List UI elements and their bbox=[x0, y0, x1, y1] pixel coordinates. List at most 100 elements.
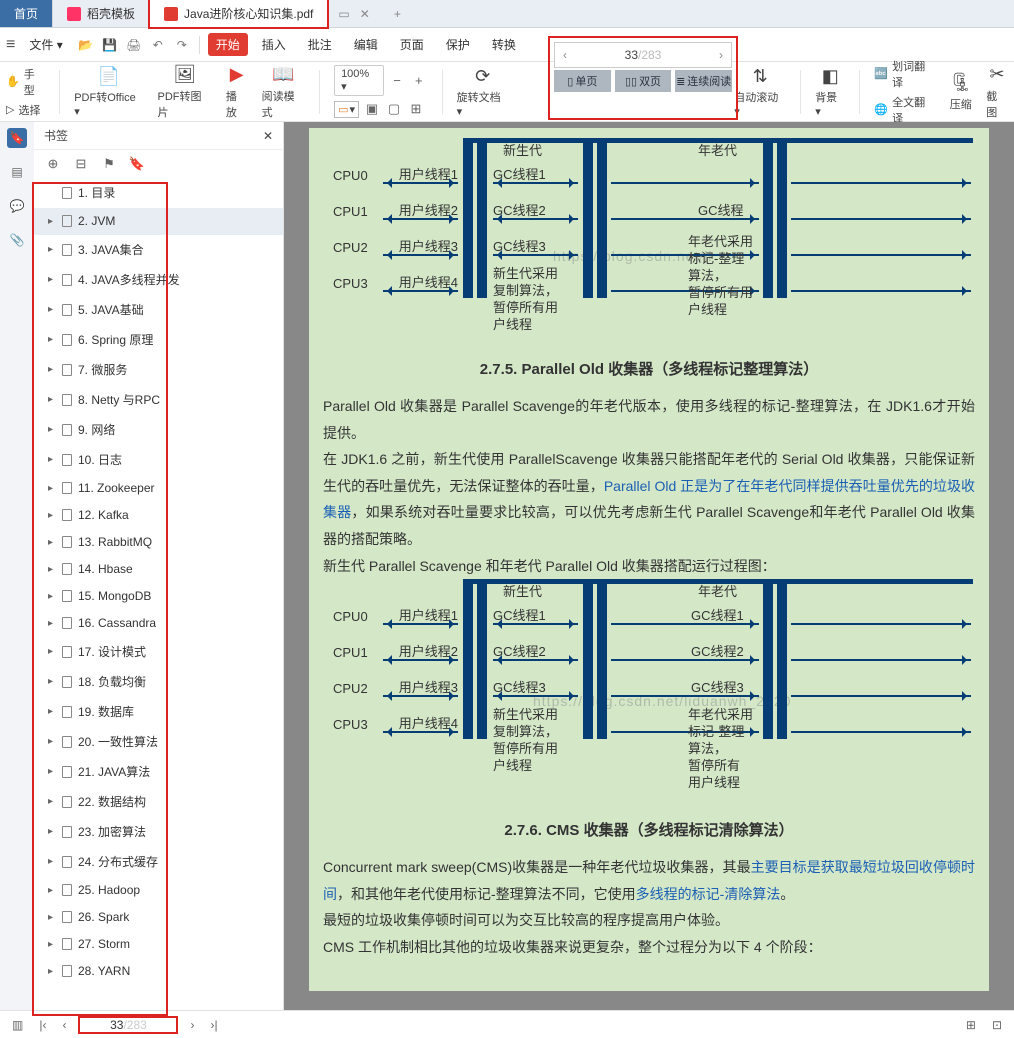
open-icon[interactable]: 📂 bbox=[77, 38, 95, 52]
bookmark-item[interactable]: ▸27. Storm bbox=[34, 931, 283, 958]
tab-document[interactable]: Java进阶核心知识集.pdf bbox=[150, 0, 328, 27]
menu-insert[interactable]: 插入 bbox=[254, 33, 294, 56]
bm-new-icon[interactable]: ⊕ bbox=[44, 155, 62, 173]
btn-crop[interactable]: ✂截图 bbox=[986, 64, 1008, 120]
zoom-out-icon[interactable]: − bbox=[388, 72, 406, 90]
menu-annotate[interactable]: 批注 bbox=[300, 33, 340, 56]
sidebar-toggle[interactable]: ▥ bbox=[8, 1016, 27, 1034]
zoom-fit-a[interactable]: ⊞ bbox=[962, 1016, 980, 1034]
undo-icon[interactable]: ↶ bbox=[149, 38, 167, 52]
zoom-in-icon[interactable]: + bbox=[410, 72, 428, 90]
bookmark-item[interactable]: ▸20. 一致性算法 bbox=[34, 727, 283, 757]
page-indicator[interactable]: 33/283 bbox=[575, 48, 711, 62]
bookmark-item[interactable]: ▸12. Kafka bbox=[34, 502, 283, 529]
btn-pdf2img[interactable]: 🖼PDF转图片 bbox=[158, 64, 212, 120]
view-continuous[interactable]: ≣ 连续阅读 bbox=[675, 70, 732, 92]
bookmark-item[interactable]: ▸7. 微服务 bbox=[34, 355, 283, 385]
next-page[interactable]: › bbox=[186, 1016, 198, 1034]
bookmark-item[interactable]: ▸13. RabbitMQ bbox=[34, 529, 283, 556]
tab-menu-icon[interactable]: ▭ bbox=[338, 7, 349, 21]
new-tab-button[interactable]: + bbox=[380, 0, 415, 27]
btn-autoscroll[interactable]: ⇅自动滚动 ▾ bbox=[734, 65, 786, 118]
book-icon: 📖 bbox=[272, 64, 294, 86]
menu-edit[interactable]: 编辑 bbox=[346, 33, 386, 56]
page-icon bbox=[62, 646, 72, 658]
bookmark-item[interactable]: ▸24. 分布式缓存 bbox=[34, 847, 283, 877]
bm-expand-icon[interactable]: ⊟ bbox=[72, 155, 90, 173]
bookmark-item[interactable]: ▸14. Hbase bbox=[34, 556, 283, 583]
bookmark-item[interactable]: ▸3. JAVA集合 bbox=[34, 235, 283, 265]
bookmark-item[interactable]: ▸22. 数据结构 bbox=[34, 787, 283, 817]
bookmark-item[interactable]: ▸23. 加密算法 bbox=[34, 817, 283, 847]
side-annotations[interactable]: 💬 bbox=[7, 196, 27, 216]
bookmark-item[interactable]: ▸28. YARN bbox=[34, 958, 283, 985]
first-page[interactable]: |‹ bbox=[35, 1016, 50, 1034]
fit-visible-icon[interactable]: ⊞ bbox=[407, 100, 425, 118]
bookmark-item[interactable]: ▸26. Spark bbox=[34, 904, 283, 931]
bookmark-label: 19. 数据库 bbox=[78, 703, 134, 720]
bookmark-item[interactable]: ▸2. JVM bbox=[34, 208, 283, 235]
print-icon[interactable]: 🖨 bbox=[125, 38, 143, 52]
fit-width[interactable]: ▭▾ bbox=[334, 101, 359, 118]
bookmark-item[interactable]: ▸8. Netty 与RPC bbox=[34, 385, 283, 415]
btn-dict[interactable]: 🔤划词翻译 bbox=[874, 58, 935, 90]
bookmark-item[interactable]: ▸21. JAVA算法 bbox=[34, 757, 283, 787]
bookmark-item[interactable]: ▸5. JAVA基础 bbox=[34, 295, 283, 325]
side-thumbnails[interactable]: ▤ bbox=[7, 162, 27, 182]
last-page[interactable]: ›| bbox=[206, 1016, 221, 1034]
menu-protect[interactable]: 保护 bbox=[438, 33, 478, 56]
bookmark-item[interactable]: ▸15. MongoDB bbox=[34, 583, 283, 610]
bookmark-item[interactable]: ▸10. 日志 bbox=[34, 445, 283, 475]
bookmark-item[interactable]: ▸16. Cassandra bbox=[34, 610, 283, 637]
side-attachments[interactable]: 📎 bbox=[7, 230, 27, 250]
menu-start[interactable]: 开始 bbox=[208, 33, 248, 56]
btn-rotate[interactable]: ⟳旋转文档 ▾ bbox=[457, 65, 509, 118]
page-icon bbox=[62, 424, 72, 436]
btn-play[interactable]: ▶播放 bbox=[226, 64, 248, 120]
prev-page[interactable]: ‹ bbox=[58, 1016, 70, 1034]
bg-icon: ◧ bbox=[822, 65, 839, 87]
link-mark-sweep[interactable]: 多线程的标记-清除算法 bbox=[636, 886, 781, 902]
btn-compress[interactable]: 🗜压缩 bbox=[949, 72, 972, 112]
btn-fulltrans[interactable]: 🌐全文翻译 bbox=[874, 94, 935, 126]
zoom-fit-b[interactable]: ⊡ bbox=[988, 1016, 1006, 1034]
view-single[interactable]: ▯ 单页 bbox=[554, 70, 611, 92]
menu-convert[interactable]: 转换 bbox=[484, 33, 524, 56]
bookmark-item[interactable]: ▸17. 设计模式 bbox=[34, 637, 283, 667]
menu-file[interactable]: 文件 ▾ bbox=[21, 33, 70, 56]
view-double[interactable]: ▯▯ 双页 bbox=[615, 70, 672, 92]
page-prev[interactable]: ‹ bbox=[555, 48, 575, 62]
page-box[interactable]: 33/283 bbox=[78, 1016, 178, 1034]
btn-readmode[interactable]: 📖阅读模式 bbox=[262, 64, 305, 120]
tab-templates[interactable]: 稻壳模板 bbox=[53, 0, 150, 27]
translate-icon: 🔤 bbox=[874, 67, 888, 80]
bookmark-label: 7. 微服务 bbox=[78, 361, 127, 378]
hamburger-icon[interactable]: ≡ bbox=[6, 36, 15, 54]
bookmark-item[interactable]: ▸18. 负载均衡 bbox=[34, 667, 283, 697]
page-next[interactable]: › bbox=[711, 48, 731, 62]
bm-flag-icon[interactable]: ⚑ bbox=[100, 155, 118, 173]
bm-ribbon-icon[interactable]: 🔖 bbox=[128, 155, 146, 173]
save-icon[interactable]: 💾 bbox=[101, 38, 119, 52]
actual-size-icon[interactable]: ▢ bbox=[385, 100, 403, 118]
fit-page-icon[interactable]: ▣ bbox=[363, 100, 381, 118]
menu-page[interactable]: 页面 bbox=[392, 33, 432, 56]
bookmark-item[interactable]: ▸25. Hadoop bbox=[34, 877, 283, 904]
bookmark-item[interactable]: ▸19. 数据库 bbox=[34, 697, 283, 727]
tab-close-icon[interactable]: ✕ bbox=[360, 7, 370, 21]
tab-home[interactable]: 首页 bbox=[0, 0, 53, 27]
bookmark-item[interactable]: ▸6. Spring 原理 bbox=[34, 325, 283, 355]
zoom-select[interactable]: 100% ▾ bbox=[334, 65, 384, 96]
bookmark-item[interactable]: ▸4. JAVA多线程并发 bbox=[34, 265, 283, 295]
document-viewport[interactable]: https://blog.csdn.net/li CPU0用户线程1GC线程1C… bbox=[284, 122, 1014, 1010]
bookmark-item[interactable]: ▸9. 网络 bbox=[34, 415, 283, 445]
bookmarks-close[interactable]: ✕ bbox=[263, 129, 273, 143]
tool-hand[interactable]: ✋手型 bbox=[6, 66, 45, 98]
btn-pdf2office[interactable]: 📄PDF转Office ▾ bbox=[74, 65, 143, 118]
tool-select[interactable]: ▷选择 bbox=[6, 102, 45, 118]
bookmark-item[interactable]: 1. 目录 bbox=[34, 178, 283, 208]
side-bookmarks[interactable]: 🔖 bbox=[7, 128, 27, 148]
redo-icon[interactable]: ↷ bbox=[173, 38, 191, 52]
bookmark-item[interactable]: ▸11. Zookeeper bbox=[34, 475, 283, 502]
btn-background[interactable]: ◧背景 ▾ bbox=[815, 65, 845, 118]
